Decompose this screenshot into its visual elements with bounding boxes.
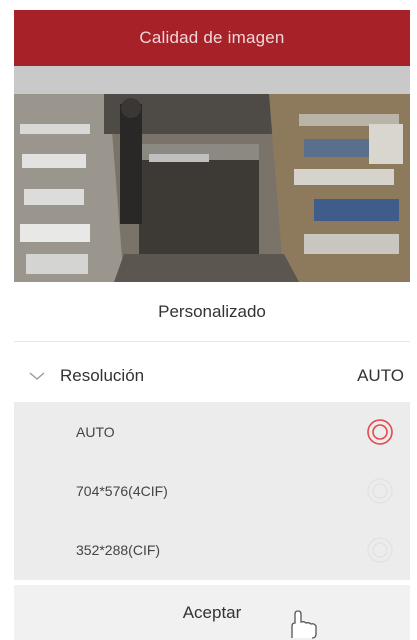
resolution-option-cif[interactable]: 352*288(CIF) — [14, 520, 410, 579]
option-label: 704*576(4CIF) — [76, 482, 168, 499]
resolution-label: Resolución — [60, 366, 145, 385]
option-label: AUTO — [76, 423, 115, 440]
accept-button[interactable]: Aceptar — [14, 585, 410, 640]
quality-mode-row[interactable]: Personalizado — [14, 282, 410, 342]
quality-mode-label: Personalizado — [158, 301, 266, 321]
option-label: 352*288(CIF) — [76, 541, 161, 558]
accept-label: Aceptar — [182, 602, 242, 622]
camera-preview[interactable] — [14, 94, 410, 282]
resolution-current-value: AUTO — [357, 366, 404, 385]
resolution-option-auto[interactable]: AUTO — [14, 402, 410, 461]
title-bar: Calidad de imagen — [14, 10, 410, 66]
resolution-row[interactable]: Resolución AUTO — [14, 350, 410, 402]
radio-unselected-icon[interactable] — [366, 477, 394, 505]
pointing-hand-icon — [286, 610, 326, 640]
radio-selected-icon[interactable] — [366, 418, 394, 446]
page-title: Calidad de imagen — [139, 28, 285, 47]
status-strip — [14, 66, 410, 94]
chevron-down-icon[interactable] — [14, 371, 60, 381]
resolution-option-4cif[interactable]: 704*576(4CIF) — [14, 461, 410, 520]
radio-unselected-icon[interactable] — [366, 536, 394, 564]
resolution-options-list: AUTO 704*576(4CIF) 352*288(CIF) — [14, 402, 410, 580]
camera-frame-image — [14, 94, 410, 282]
